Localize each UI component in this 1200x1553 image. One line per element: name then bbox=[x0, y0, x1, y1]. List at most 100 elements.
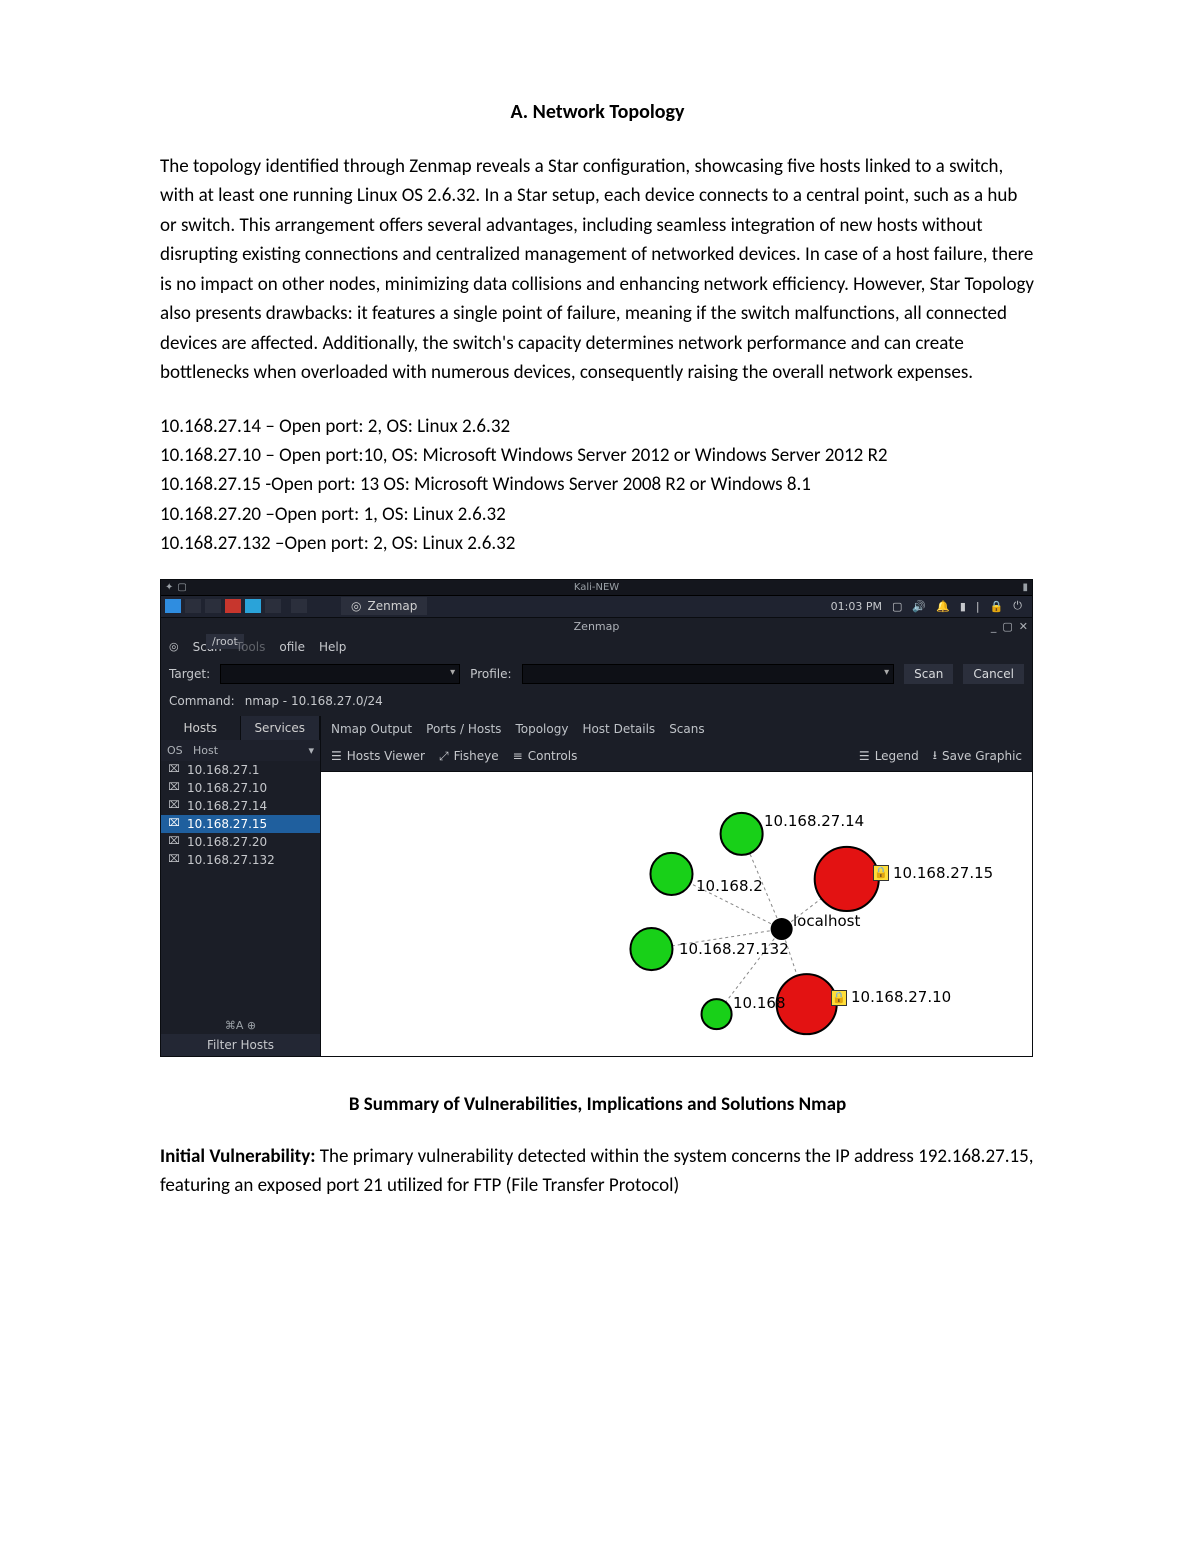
clock: 01:03 PM bbox=[831, 600, 882, 613]
menu-profile[interactable]: ofile bbox=[279, 640, 305, 654]
chevron-down-icon[interactable]: ▾ bbox=[308, 744, 314, 757]
filter-hosts-button[interactable]: Filter Hosts bbox=[161, 1034, 320, 1056]
taskbar-icon[interactable] bbox=[165, 599, 181, 613]
col-host: Host bbox=[193, 744, 218, 757]
host-list: ⌧10.168.27.1⌧10.168.27.10⌧10.168.27.14⌧1… bbox=[161, 761, 320, 1013]
section-b-heading: B Summary of Vulnerabilities, Implicatio… bbox=[160, 1093, 1035, 1116]
taskbar-app-tab[interactable]: ◎ Zenmap bbox=[341, 597, 427, 615]
list-icon: ☰ bbox=[859, 749, 870, 763]
target-combo[interactable]: ▾ bbox=[220, 664, 460, 684]
col-os: OS bbox=[167, 744, 193, 757]
close-button[interactable]: ✕ bbox=[1019, 620, 1028, 633]
command-input[interactable]: nmap - 10.168.27.0/24 bbox=[245, 694, 1024, 708]
host-ip: 10.168.27.15 bbox=[187, 817, 267, 831]
os-icon: ⌧ bbox=[167, 818, 181, 829]
host-list-item[interactable]: ⌧10.168.27.10 bbox=[161, 779, 320, 797]
topology-node-label: 10.168.2 bbox=[696, 877, 763, 895]
fisheye-button[interactable]: ⤢Fisheye bbox=[439, 749, 499, 764]
host-ip: 10.168.27.14 bbox=[187, 799, 267, 813]
lock-icon: 🔒 bbox=[873, 865, 889, 881]
topology-node-label: 10.168.27.132 bbox=[679, 940, 789, 958]
menu-tools[interactable]: Tools bbox=[236, 640, 266, 654]
tab-services[interactable]: Services bbox=[241, 716, 321, 740]
host-line: 10.168.27.14 – Open port: 2, OS: Linux 2… bbox=[160, 412, 1035, 441]
section-a-paragraph: The topology identified through Zenmap r… bbox=[160, 152, 1035, 388]
hosts-viewer-button[interactable]: ☰Hosts Viewer bbox=[331, 749, 425, 763]
os-icon: ⌧ bbox=[167, 854, 181, 865]
topology-toolbar: ☰Hosts Viewer ⤢Fisheye ≡Controls ☰Legend… bbox=[321, 742, 1032, 771]
detail-tabs: Nmap Output Ports / Hosts Topology Host … bbox=[321, 716, 1032, 742]
host-line: 10.168.27.10 – Open port:10, OS: Microso… bbox=[160, 441, 1035, 470]
host-line: 10.168.27.15 -Open port: 13 OS: Microsof… bbox=[160, 470, 1035, 499]
target-icon: ◎ bbox=[351, 599, 361, 613]
chevron-down-icon: ▾ bbox=[884, 667, 889, 678]
side-bottom-toolbar[interactable]: ⌘A ⊕ bbox=[161, 1013, 320, 1034]
menubar: ◎ /root Scan Tools ofile Help bbox=[161, 636, 1032, 658]
battery-icon[interactable]: ▮ bbox=[960, 600, 966, 613]
profile-label: Profile: bbox=[470, 667, 511, 681]
host-ip: 10.168.27.1 bbox=[187, 763, 260, 777]
legend-button[interactable]: ☰Legend bbox=[859, 749, 919, 763]
maximize-button[interactable]: ▢ bbox=[1002, 620, 1012, 633]
host-list-item[interactable]: ⌧ 10.168.27.20 bbox=[161, 833, 320, 851]
sliders-icon: ≡ bbox=[513, 749, 523, 763]
menu-help[interactable]: Help bbox=[319, 640, 346, 654]
host-list-item[interactable]: ⌧10.168.27.1 bbox=[161, 761, 320, 779]
taskbar-tab-label: Zenmap bbox=[367, 599, 417, 613]
minimize-button[interactable]: _ bbox=[991, 620, 997, 633]
lock-icon[interactable]: 🔒 bbox=[990, 600, 1004, 613]
host-ip: 10.168.27.132 bbox=[187, 853, 275, 867]
save-graphic-button[interactable]: ⭳Save Graphic bbox=[933, 746, 1022, 767]
cancel-button[interactable]: Cancel bbox=[963, 664, 1024, 684]
taskbar-icon[interactable] bbox=[245, 599, 261, 613]
target-label: Target: bbox=[169, 667, 210, 681]
window-titlebar: Zenmap _ ▢ ✕ bbox=[161, 618, 1032, 636]
tab-scans[interactable]: Scans bbox=[669, 722, 704, 736]
tab-hosts[interactable]: Hosts bbox=[161, 716, 241, 740]
tray-icon[interactable]: ▢ bbox=[892, 600, 902, 613]
power-icon[interactable]: ⏻ bbox=[1013, 599, 1022, 613]
taskbar-icon[interactable] bbox=[265, 599, 281, 613]
tab-topology[interactable]: Topology bbox=[515, 722, 568, 736]
taskbar-icon[interactable] bbox=[185, 599, 201, 613]
topology-svg bbox=[321, 772, 1032, 1056]
section-a-heading: A. Network Topology bbox=[160, 100, 1035, 124]
target-row: Target: ▾ Profile: ▾ Scan Cancel bbox=[161, 658, 1032, 690]
divider: | bbox=[976, 600, 980, 613]
taskbar-icon[interactable] bbox=[225, 599, 241, 613]
profile-combo[interactable]: ▾ bbox=[522, 664, 895, 684]
zenmap-screenshot: ✦ ▢ Kali-NEW ▮ ◎ Zenmap 01:03 PM ▢ 🔊 🔔 bbox=[160, 579, 1033, 1057]
controls-button[interactable]: ≡Controls bbox=[513, 749, 578, 763]
window-title: Zenmap bbox=[574, 620, 620, 633]
host-line: 10.168.27.20 –Open port: 1, OS: Linux 2.… bbox=[160, 500, 1035, 529]
taskbar-icon[interactable] bbox=[205, 599, 221, 613]
volume-icon[interactable]: 🔊 bbox=[912, 600, 926, 613]
os-icon: ⌧ bbox=[167, 836, 181, 847]
expand-icon: ⤢ bbox=[439, 749, 449, 764]
initial-vulnerability-label: Initial Vulnerability: bbox=[160, 1145, 315, 1168]
host-list-item[interactable]: ⌧ 10.168.27.15 bbox=[161, 815, 320, 833]
section-b-paragraph: Initial Vulnerability: The primary vulne… bbox=[160, 1142, 1035, 1201]
host-line: 10.168.27.132 –Open port: 2, OS: Linux 2… bbox=[160, 529, 1035, 558]
taskbar-icon[interactable] bbox=[291, 599, 307, 613]
host-list-header: OS Host ▾ bbox=[161, 740, 320, 761]
host-ip: 10.168.27.20 bbox=[187, 835, 267, 849]
lock-icon: 🔒 bbox=[831, 990, 847, 1006]
os-taskbar: ◎ Zenmap 01:03 PM ▢ 🔊 🔔 ▮ | 🔒 ⏻ bbox=[161, 596, 1032, 618]
bell-icon[interactable]: 🔔 bbox=[936, 600, 950, 613]
scan-button[interactable]: Scan bbox=[904, 664, 953, 684]
host-list-item[interactable]: ⌧10.168.27.14 bbox=[161, 797, 320, 815]
os-title: Kali-NEW bbox=[161, 582, 1032, 593]
host-list-item[interactable]: ⌧ 10.168.27.132 bbox=[161, 851, 320, 869]
topology-node-label: localhost bbox=[793, 912, 860, 930]
tab-host-details[interactable]: Host Details bbox=[582, 722, 655, 736]
target-small-icon: ◎ bbox=[169, 640, 179, 653]
topology-node-label: 10.168.27.15 bbox=[893, 864, 993, 882]
topology-node-label: 10.168.27.14 bbox=[764, 812, 864, 830]
topology-node-label: 10.168.27.10 bbox=[851, 988, 951, 1006]
tab-ports-hosts[interactable]: Ports / Hosts bbox=[426, 722, 501, 736]
topology-canvas[interactable]: 🔒 🔒 10.168.27.14 10.168.2 10.168.27.15 l… bbox=[321, 771, 1032, 1056]
download-icon: ⭳ bbox=[933, 746, 937, 767]
tab-nmap-output[interactable]: Nmap Output bbox=[331, 722, 412, 736]
host-ip: 10.168.27.10 bbox=[187, 781, 267, 795]
